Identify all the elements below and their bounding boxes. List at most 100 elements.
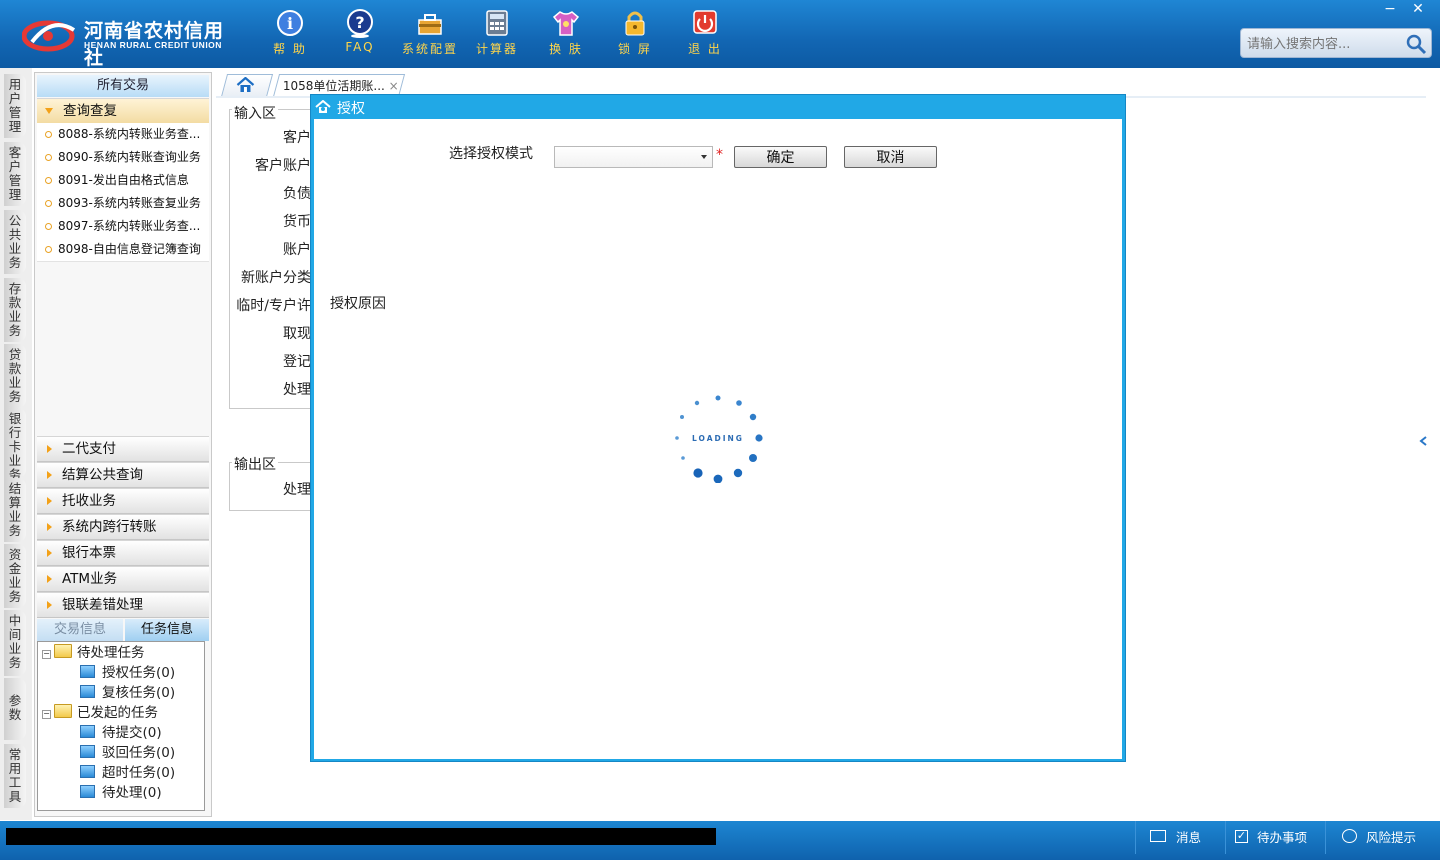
tab-task-info[interactable]: 任务信息 (125, 619, 209, 641)
exit-button[interactable]: 退 出 (675, 8, 735, 62)
group-second-gen-payment[interactable]: 二代支付 (37, 436, 209, 462)
vtab-intermediary-business[interactable]: 中间业务 (4, 610, 26, 676)
change-skin-button[interactable]: 换 肤 (536, 8, 596, 62)
list-item-label: 8088-系统内转账业务查... (58, 127, 201, 141)
search-box (1240, 28, 1432, 58)
faq-button[interactable]: ? FAQ (330, 8, 390, 62)
close-window-button[interactable]: ✕ (1404, 0, 1432, 18)
tree-leaf[interactable]: 待处理(0) (80, 783, 162, 803)
tree-node-label: 已发起的任务 (77, 705, 158, 721)
system-config-button[interactable]: 系统配置 (400, 8, 460, 62)
risk-alert-button[interactable]: 风险提示 (1325, 821, 1440, 854)
auth-mode-label: 选择授权模式 (449, 146, 533, 162)
input-area-legend: 输入区 (232, 103, 278, 123)
vtab-settlement-business[interactable]: 结算业务 (4, 478, 26, 542)
list-item[interactable]: 8093-系统内转账查复业务 (37, 192, 209, 216)
sidebar-header: 所有交易 (37, 75, 209, 97)
list-item[interactable]: 8088-系统内转账业务查... (37, 123, 209, 147)
field-label: 取现 (283, 326, 311, 342)
dialog-title-bar[interactable]: 授权 (311, 95, 1125, 119)
bullet-icon (45, 176, 52, 184)
task-icon (80, 665, 95, 678)
group-query-reply[interactable]: 查询查复 (37, 98, 209, 124)
cancel-button[interactable]: 取消 (844, 146, 937, 168)
vtab-user-management[interactable]: 用户管理 (4, 74, 26, 138)
dialog-body: 选择授权模式 * 确定 取消 授权原因 LOADING (314, 119, 1122, 759)
window-controls: − ✕ (1376, 0, 1432, 18)
group-bank-draft[interactable]: 银行本票 (37, 540, 209, 566)
group-unionpay-error[interactable]: 银联差错处理 (37, 592, 209, 618)
system-config-label: 系统配置 (401, 42, 458, 56)
list-item-label: 8093-系统内转账查复业务 (58, 196, 201, 210)
loading-spinner: LOADING (666, 383, 766, 484)
search-icon[interactable] (1405, 33, 1427, 55)
power-icon (693, 10, 717, 34)
tree-leaf[interactable]: 待提交(0) (80, 723, 162, 743)
loading-text: LOADING (692, 434, 744, 443)
collapse-icon[interactable]: − (42, 650, 51, 659)
folder-icon (54, 704, 72, 718)
shirt-icon (552, 11, 580, 36)
vtab-common-tools[interactable]: 常用工具 (4, 744, 26, 808)
list-item-label: 8091-发出自由格式信息 (58, 173, 189, 187)
list-item-label: 8098-自由信息登记簿查询 (58, 242, 201, 256)
list-item[interactable]: 8090-系统内转账查询业务 (37, 146, 209, 170)
todo-button[interactable]: ✓ 待办事项 (1225, 821, 1326, 854)
dialog-app-icon (315, 100, 331, 113)
list-item[interactable]: 8097-系统内转账业务查... (37, 215, 209, 239)
field-label: 新账户分类 (241, 270, 311, 286)
bullet-icon (45, 245, 52, 253)
list-item[interactable]: 8098-自由信息登记簿查询 (37, 238, 209, 262)
tab-home[interactable] (220, 74, 274, 97)
group-interbank-transfer[interactable]: 系统内跨行转账 (37, 514, 209, 540)
tree-leaf[interactable]: 复核任务(0) (80, 683, 175, 703)
vtab-funds-business[interactable]: 资金业务 (4, 544, 26, 608)
auth-mode-select[interactable] (554, 146, 713, 168)
group-label: 结算公共查询 (62, 467, 143, 483)
tree-leaf[interactable]: 超时任务(0) (80, 763, 175, 783)
confirm-button[interactable]: 确定 (734, 146, 827, 168)
tree-leaf[interactable]: 驳回任务(0) (80, 743, 175, 763)
task-icon (80, 725, 95, 738)
tree-node-label: 待提交(0) (102, 725, 162, 741)
task-tree: − 待处理任务 授权任务(0) 复核任务(0) − 已发起的任务 待提交(0) 驳回… (37, 641, 205, 811)
task-icon (80, 785, 95, 798)
bullet-icon (45, 130, 52, 138)
search-input[interactable] (1245, 34, 1409, 54)
group-collection[interactable]: 托收业务 (37, 488, 209, 514)
collapse-right-panel-icon[interactable] (1419, 429, 1427, 453)
group-atm[interactable]: ATM业务 (37, 566, 209, 592)
vtab-loan-business[interactable]: 贷款业务 (4, 344, 26, 408)
module-tab-strip: 用户管理 客户管理 公共业务 存款业务 贷款业务 银行卡业务 结算业务 资金业务… (0, 68, 32, 820)
lock-screen-label: 锁 屏 (618, 42, 652, 56)
list-item[interactable]: 8091-发出自由格式信息 (37, 169, 209, 193)
bottom-tab-bar: 交易信息 任务信息 (37, 619, 209, 641)
vtab-bank-card-business[interactable]: 银行卡业务 (4, 408, 26, 482)
chevron-right-icon (47, 601, 52, 609)
toolbox-icon (418, 14, 442, 35)
vtab-public-business[interactable]: 公共业务 (4, 210, 26, 274)
lock-screen-button[interactable]: 锁 屏 (605, 8, 665, 62)
minimize-button[interactable]: − (1376, 0, 1404, 18)
tree-node-label: 超时任务(0) (102, 765, 176, 781)
vtab-parameters[interactable]: 参数 (4, 678, 26, 740)
help-button[interactable]: i 帮 助 (260, 8, 320, 62)
group-label: 银联差错处理 (62, 597, 143, 613)
faq-label: FAQ (345, 40, 375, 54)
vtab-deposit-business[interactable]: 存款业务 (4, 278, 26, 342)
close-tab-icon[interactable]: × (389, 79, 399, 93)
question-icon: ? (347, 9, 373, 38)
tree-node-pending[interactable]: − 待处理任务 (42, 643, 145, 663)
field-label: 登记 (283, 354, 311, 370)
messages-button[interactable]: 消息 (1135, 821, 1226, 854)
tab-transaction-info[interactable]: 交易信息 (37, 619, 123, 641)
chat-bubble-icon (1342, 829, 1357, 843)
group-label: 系统内跨行转账 (62, 519, 157, 535)
vtab-customer-management[interactable]: 客户管理 (4, 142, 26, 206)
tree-leaf[interactable]: 授权任务(0) (80, 663, 175, 683)
tree-node-initiated[interactable]: − 已发起的任务 (42, 703, 158, 723)
group-settlement-query[interactable]: 结算公共查询 (37, 462, 209, 488)
field-label: 账户 (283, 242, 311, 258)
calculator-button[interactable]: 计算器 (467, 8, 527, 62)
collapse-icon[interactable]: − (42, 710, 51, 719)
